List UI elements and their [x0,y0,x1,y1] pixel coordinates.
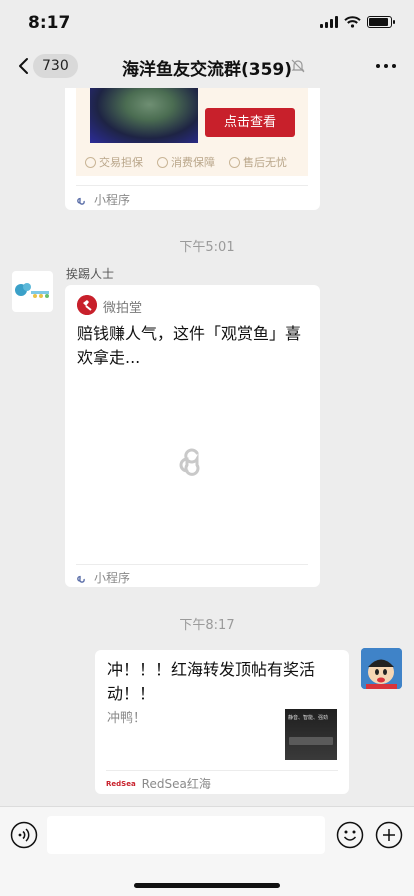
shared-link-card[interactable]: 冲！！！红海转发顶帖有奖活动！！ 冲鸭！ 静音、智能、强劲 RedSea Red… [95,650,349,794]
card-text: 赔钱赚人气，这件「观赏鱼」喜欢拿走... [77,324,302,367]
mini-program-source: 小程序 [76,569,130,586]
mini-program-card-previous[interactable]: 点击查看 交易担保 消费保障 售后无忧 小程序 [65,88,320,210]
input-bar [0,806,414,896]
link-description: 冲鸭！ [107,711,147,726]
sender-name: 挨踢人士 [66,267,115,281]
group-member-avatar-icon [15,283,49,298]
mini-program-icon [77,575,85,583]
mute-bell-icon [291,59,305,73]
battery-icon [367,16,395,28]
weipaitang-logo-icon [77,295,97,315]
status-icons [320,16,395,28]
mini-program-placeholder-icon [179,448,200,476]
card-divider [106,770,338,771]
back-icon[interactable] [14,56,34,76]
wifi-icon [344,16,361,28]
emoji-icon[interactable] [336,821,364,849]
guarantee-icon [229,156,240,168]
chat-header: 730 海洋鱼友交流群(359) [0,44,414,88]
timestamp: 下午8:17 [179,618,235,633]
coral-image [90,88,198,143]
status-bar: 8:17 [0,0,414,44]
link-source: RedSea RedSea红海 [106,777,211,791]
voice-input-icon[interactable] [10,821,38,849]
home-indicator [134,883,280,888]
plus-icon[interactable] [375,821,403,849]
guarantee-item: 售后无忧 [229,154,287,170]
card-divider [76,185,308,186]
avatar[interactable] [12,271,53,312]
guarantee-item: 交易担保 [85,154,143,170]
avatar[interactable] [361,648,402,689]
promo-banner: 点击查看 交易担保 消费保障 售后无忧 [76,88,308,176]
unread-count-badge[interactable]: 730 [33,54,78,78]
cartoon-avatar-icon [361,648,402,689]
mini-program-icon [77,197,85,205]
redsea-logo-icon: RedSea [106,779,136,788]
cellular-signal-icon [320,16,338,28]
app-name: 微拍堂 [103,301,143,316]
thumbnail-caption: 静音、智能、强劲 [288,715,329,721]
card-divider [76,564,308,565]
mini-program-source: 小程序 [76,191,130,208]
more-icon[interactable] [376,64,396,68]
view-button[interactable]: 点击查看 [205,108,295,137]
chat-title: 海洋鱼友交流群(359) [122,60,293,80]
guarantee-list: 交易担保 消费保障 售后无忧 [85,154,287,170]
status-time: 8:17 [28,13,71,33]
guarantee-icon [157,156,168,168]
mini-program-card[interactable]: 微拍堂 赔钱赚人气，这件「观赏鱼」喜欢拿走... 小程序 [65,285,320,587]
guarantee-item: 消费保障 [157,154,215,170]
guarantee-icon [85,156,96,168]
message-input[interactable] [47,816,325,854]
link-thumbnail: 静音、智能、强劲 [285,709,337,760]
device-image [289,737,333,745]
link-title: 冲！！！红海转发顶帖有奖活动！！ [107,660,316,703]
timestamp: 下午5:01 [179,240,235,255]
